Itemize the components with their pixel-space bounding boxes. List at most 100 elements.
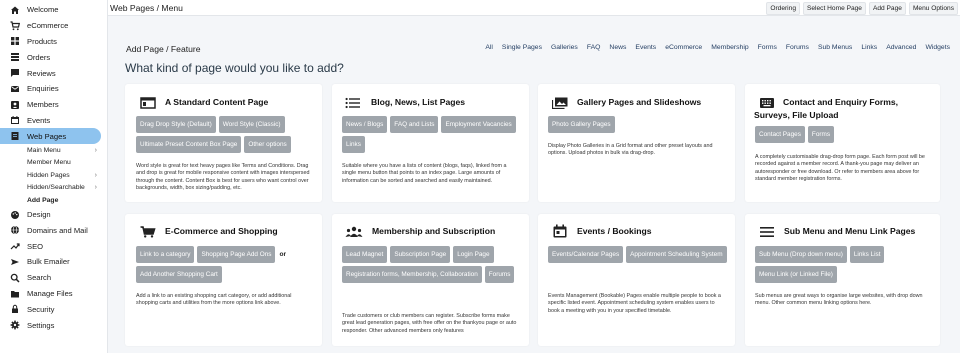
login-page-button[interactable]: Login Page xyxy=(453,246,494,263)
appointment-scheduling-button[interactable]: Appointment Scheduling System xyxy=(626,246,727,263)
forms-button[interactable]: Forms xyxy=(807,126,835,143)
sidebar-item-label: Web Pages xyxy=(27,131,67,141)
page-title: Web Pages / Menu xyxy=(110,3,183,13)
sidebar-item-members[interactable]: Members xyxy=(0,97,107,113)
filter-forms[interactable]: Forms xyxy=(758,44,777,51)
card-standard-content: A Standard Content Page Drag Drop Style … xyxy=(125,84,322,202)
sidebar-item-enquiries[interactable]: Enquiries xyxy=(0,81,107,97)
sidebar-item-design[interactable]: Design xyxy=(0,207,107,223)
photo-gallery-pages-button[interactable]: Photo Gallery Pages xyxy=(548,116,615,133)
registration-forms-button[interactable]: Registration forms, Membership, Collabor… xyxy=(342,266,482,283)
filter-news[interactable]: News xyxy=(609,44,626,51)
links-list-button[interactable]: Links List xyxy=(849,246,885,263)
sidebar-item-label: Members xyxy=(27,100,59,110)
sidebar-item-label: Reviews xyxy=(27,68,56,78)
sidebar-item-security[interactable]: Security xyxy=(0,301,107,317)
sidebar-item-orders[interactable]: Orders xyxy=(0,49,107,65)
sidebar-item-events[interactable]: Events xyxy=(0,113,107,129)
employment-vacancies-button[interactable]: Employment Vacancies xyxy=(441,116,516,133)
filter-widgets[interactable]: Widgets xyxy=(925,44,950,51)
sidebar-item-web-pages[interactable]: Web Pages xyxy=(0,128,101,145)
sidebar-item-label: Security xyxy=(27,304,55,314)
sidebar-item-seo[interactable]: SEO xyxy=(0,238,107,254)
sidebar-item-products[interactable]: Products xyxy=(0,34,107,50)
filter-events[interactable]: Events xyxy=(635,44,656,51)
sub-menu-drop-down-button[interactable]: Sub Menu (Drop down menu) xyxy=(755,246,847,263)
filter-all[interactable]: All xyxy=(485,44,493,51)
faq-lists-button[interactable]: FAQ and Lists xyxy=(390,116,439,133)
palette-icon xyxy=(10,210,20,220)
home-icon xyxy=(10,5,20,15)
card-title: Blog, News, List Pages xyxy=(371,97,466,107)
add-another-shopping-cart-button[interactable]: Add Another Shopping Cart xyxy=(136,266,222,283)
shopping-page-add-ons-button[interactable]: Shopping Page Add Ons xyxy=(197,246,276,263)
pages-icon xyxy=(10,131,20,141)
menu-options-button[interactable]: Menu Options xyxy=(908,2,958,15)
send-icon xyxy=(10,257,20,267)
filter-links[interactable]: Links xyxy=(861,44,877,51)
mail-icon xyxy=(10,84,20,94)
card-blog-news-list: Blog, News, List Pages News / Blogs FAQ … xyxy=(332,84,529,202)
events-calendar-pages-button[interactable]: Events/Calendar Pages xyxy=(548,246,624,263)
sidebar-subitem-hidden-pages[interactable]: Hidden Pages › xyxy=(0,169,107,182)
word-style-button[interactable]: Word Style (Classic) xyxy=(218,116,285,133)
card-description: Events Management (Bookable) Pages enabl… xyxy=(548,293,721,314)
sidebar-subitem-hidden-searchable[interactable]: Hidden/Searchable › xyxy=(0,182,107,195)
card-title: Gallery Pages and Slideshows xyxy=(577,97,702,107)
sidebar-item-label: Events xyxy=(27,115,51,125)
link-to-category-button[interactable]: Link to a category xyxy=(136,246,195,263)
ordering-button[interactable]: Ordering xyxy=(766,2,800,15)
chevron-right-icon: › xyxy=(94,171,97,179)
sidebar-item-search[interactable]: Search xyxy=(0,270,107,286)
page-question: What kind of page would you like to add? xyxy=(125,61,344,75)
menu-link-button[interactable]: Menu Link (or Linked File) xyxy=(755,266,837,283)
news-blogs-button[interactable]: News / Blogs xyxy=(342,116,388,133)
filter-ecommerce[interactable]: eCommerce xyxy=(665,44,702,51)
sidebar-item-bulk-emailer[interactable]: Bulk Emailer xyxy=(0,254,107,270)
card-description: Trade customers or club members can regi… xyxy=(342,313,517,334)
filter-faq[interactable]: FAQ xyxy=(587,44,601,51)
calendar-icon xyxy=(552,224,568,238)
photo-icon xyxy=(551,96,568,110)
contact-pages-button[interactable]: Contact Pages xyxy=(755,126,805,143)
other-options-button[interactable]: Other options xyxy=(244,136,291,153)
drag-drop-style-button[interactable]: Drag Drop Style (Default) xyxy=(136,116,216,133)
sidebar-item-welcome[interactable]: Welcome xyxy=(0,2,107,18)
links-button[interactable]: Links xyxy=(342,136,365,153)
card-description: Add a link to an existing shopping cart … xyxy=(136,293,292,307)
card-description: Suitable where you have a lists of conte… xyxy=(342,163,507,184)
menu-icon xyxy=(759,225,775,237)
card-events-bookings: Events / Bookings Events/Calendar Pages … xyxy=(538,214,735,346)
sidebar-subitem-add-page[interactable]: Add Page xyxy=(0,194,107,207)
sidebar-item-settings[interactable]: Settings xyxy=(0,317,107,333)
sidebar-subitem-main-menu[interactable]: Main Menu › xyxy=(0,144,107,157)
section-heading: Add Page / Feature xyxy=(126,44,201,54)
sidebar-item-manage-files[interactable]: Manage Files xyxy=(0,286,107,302)
window-icon xyxy=(140,96,156,109)
sidebar-item-ecommerce[interactable]: eCommerce xyxy=(0,18,107,34)
card-title: E-Commerce and Shopping xyxy=(165,226,278,236)
lock-icon xyxy=(10,304,20,314)
grid-icon xyxy=(10,36,20,46)
globe-icon xyxy=(10,225,20,235)
calendar-icon xyxy=(10,115,20,125)
ultimate-preset-button[interactable]: Ultimate Preset Content Box Page xyxy=(136,136,242,153)
filter-single-pages[interactable]: Single Pages xyxy=(502,44,542,51)
select-home-page-button[interactable]: Select Home Page xyxy=(802,2,866,15)
sidebar-item-reviews[interactable]: Reviews xyxy=(0,65,107,81)
folder-icon xyxy=(10,289,20,299)
sidebar-item-domains-and-mail[interactable]: Domains and Mail xyxy=(0,222,107,238)
filter-membership[interactable]: Membership xyxy=(711,44,748,51)
forums-button[interactable]: Forums xyxy=(484,266,515,283)
filter-advanced[interactable]: Advanced xyxy=(886,44,916,51)
trend-icon xyxy=(10,241,20,251)
card-title: Sub Menu and Menu Link Pages xyxy=(784,226,916,236)
filter-sub-menus[interactable]: Sub Menus xyxy=(818,44,852,51)
card-gallery: Gallery Pages and Slideshows Photo Galle… xyxy=(538,84,735,202)
subscription-page-button[interactable]: Subscription Page xyxy=(390,246,451,263)
sidebar-subitem-member-menu[interactable]: Member Menu xyxy=(0,157,107,170)
filter-forums[interactable]: Forums xyxy=(786,44,809,51)
filter-galleries[interactable]: Galleries xyxy=(551,44,578,51)
lead-magnet-button[interactable]: Lead Magnet xyxy=(342,246,388,263)
add-page-button[interactable]: Add Page xyxy=(868,2,906,15)
